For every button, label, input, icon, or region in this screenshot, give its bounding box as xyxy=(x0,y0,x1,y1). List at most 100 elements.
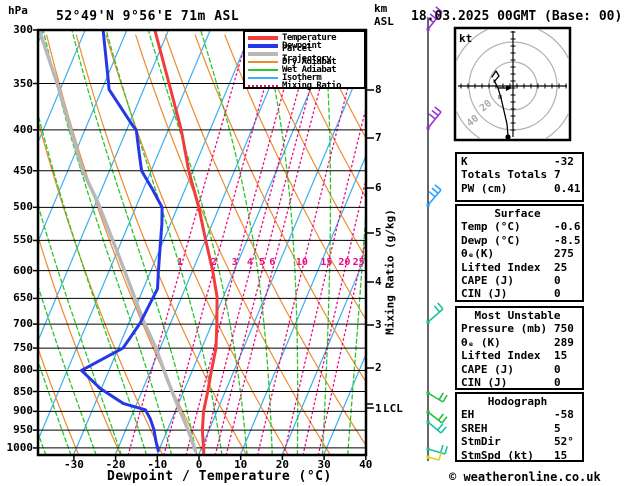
panel-row-value: -0.6 xyxy=(554,220,581,234)
panel-row-value: -8.5 xyxy=(554,233,581,247)
panel-row-value: 15 xyxy=(554,349,568,363)
page-title: 52°49'N 9°56'E 71m ASL xyxy=(56,9,240,24)
km-tick-label: 5 xyxy=(375,226,382,239)
panel-row-value: 5 xyxy=(554,421,561,435)
panel-row: PW (cm) 0.41 xyxy=(461,182,582,195)
pressure-tick-label: 550 xyxy=(13,233,33,247)
panel-row-label: StmDir xyxy=(461,435,501,449)
panel-row-label: Totals Totals xyxy=(461,168,548,182)
skewt-sounding-page: 20 40 kt 52°49'N 9°56'E 71m ASL 18.03.2025… xyxy=(0,0,629,486)
mixing-ratio-value-label: 2 xyxy=(210,257,217,268)
km-tick-label: 3 xyxy=(375,318,382,331)
lcl-label: LCL xyxy=(383,402,403,415)
panel-row: Totals Totals 7 xyxy=(461,168,582,181)
date-label: 18.03.2025 00GMT (Base: 00) xyxy=(411,9,623,24)
panel-row-label: CIN (J) xyxy=(461,287,508,301)
panel-row-value: -58 xyxy=(554,408,574,422)
most-unstable-panel-title: Most Unstable xyxy=(474,309,561,322)
pressure-tick-label: 750 xyxy=(13,341,33,355)
legend-line-swatch xyxy=(248,69,278,71)
wind-barb-column xyxy=(426,6,449,461)
mixing-ratio-value-label: 4 xyxy=(246,257,253,268)
legend-line-swatch xyxy=(248,44,278,48)
temp-tick-label: -20 xyxy=(105,458,126,471)
panel-row-label: CIN (J) xyxy=(461,376,508,390)
surface-panel: Surface Temp (°C) -0.6 Dewp (°C) -8.5 θₑ(K) 2… xyxy=(455,204,584,302)
pressure-tick-label: 850 xyxy=(13,384,33,398)
km-tick-label: 2 xyxy=(375,361,382,374)
pressure-tick-label: 300 xyxy=(13,23,33,36)
legend-line-swatch xyxy=(248,61,278,63)
panel-row-value: 0.41 xyxy=(554,181,581,195)
legend-box: Temperature Dewpoint Parcel Trajectory Dry … xyxy=(243,30,366,91)
pressure-tick-label: 650 xyxy=(13,291,33,305)
asl-label: ASL xyxy=(374,15,394,28)
mixing-ratio-value-label: 1 xyxy=(177,257,184,268)
panel-row-value: 0 xyxy=(554,376,561,390)
legend-line-swatch xyxy=(248,36,278,40)
panel-row-label: Lifted Index xyxy=(461,349,541,363)
temp-tick-label: 30 xyxy=(317,458,331,471)
wind-barb xyxy=(426,444,449,455)
panel-row-value: 0 xyxy=(554,274,561,288)
stability-indices-panel: K -32 Totals Totals 7 PW (cm) 0.41 xyxy=(455,152,584,202)
panel-row-value: 7 xyxy=(554,168,561,182)
legend-line-swatch xyxy=(248,85,278,87)
temp-tick-label: 20 xyxy=(275,458,290,471)
panel-row: Lifted Index 15 xyxy=(461,349,582,362)
panel-row-label: K xyxy=(461,155,468,168)
panel-row: CIN (J) 0 xyxy=(461,287,582,300)
wind-barb xyxy=(426,106,442,130)
surface-panel-title: Surface xyxy=(494,207,541,220)
mixing-ratio-value-label: 15 xyxy=(320,257,333,268)
panel-row-label: StmSpd (kt) xyxy=(461,448,534,462)
km-tick-label: 7 xyxy=(375,131,382,144)
panel-row-label: PW (cm) xyxy=(461,181,508,195)
panel-row-value: -32 xyxy=(554,155,574,168)
temp-tick-label: 40 xyxy=(359,458,373,471)
pressure-tick-label: 950 xyxy=(13,423,33,437)
km-tick-label: 6 xyxy=(375,181,382,194)
panel-row-value: 289 xyxy=(554,335,574,349)
legend-line-swatch xyxy=(248,52,278,56)
km-axis-label: km ASL xyxy=(374,2,394,28)
panel-row-value: 275 xyxy=(554,247,574,261)
panel-row: StmDir 52° xyxy=(461,435,582,448)
panel-row: θₑ(K) 275 xyxy=(461,247,582,260)
pressure-tick-label: 700 xyxy=(13,317,33,331)
panel-row-value: 15 xyxy=(554,448,568,462)
pressure-unit-label: hPa xyxy=(8,4,28,17)
km-tick-label: 8 xyxy=(375,83,382,96)
pressure-tick-label: 450 xyxy=(13,163,33,177)
panel-row: Dewp (°C) -8.5 xyxy=(461,234,582,247)
temp-tick-label: 10 xyxy=(234,458,248,471)
credit-link[interactable]: © weatheronline.co.uk xyxy=(449,470,601,484)
panel-row: StmSpd (kt) 15 xyxy=(461,449,582,462)
legend-item-label: Mixing Ratio xyxy=(282,81,342,91)
mixing-ratio-value-label: 20 xyxy=(338,257,351,268)
panel-row-label: θₑ(K) xyxy=(461,247,495,261)
hodograph-panel-title: Hodograph xyxy=(487,395,548,408)
mixing-ratio-value-label: 5 xyxy=(259,257,266,268)
mixing-ratio-value-label: 6 xyxy=(269,257,276,268)
panel-row-label: Pressure (mb) xyxy=(461,322,548,336)
wind-barb xyxy=(426,391,448,403)
panel-row: K -32 xyxy=(461,155,582,168)
temp-tick-label: -30 xyxy=(63,458,84,471)
pressure-tick-label: 400 xyxy=(13,122,33,136)
pressure-tick-label: 800 xyxy=(13,363,33,377)
panel-row: Pressure (mb) 750 xyxy=(461,322,582,335)
pressure-tick-label: 500 xyxy=(13,200,33,214)
temp-tick-label: -10 xyxy=(147,458,168,471)
hodograph-unit-label: kt xyxy=(459,32,472,45)
panel-row-value: 0 xyxy=(554,362,561,376)
panel-row-label: Lifted Index xyxy=(461,260,541,274)
hodograph-panel: Hodograph EH -58 SREH 5 StmDir 52° StmSpd (kt)… xyxy=(455,392,584,462)
panel-row-value: 0 xyxy=(554,287,561,301)
mixing-ratio-axis-label: Mixing Ratio (g/kg) xyxy=(383,209,397,335)
pressure-tick-label: 900 xyxy=(13,404,33,418)
panel-row: CAPE (J) 0 xyxy=(461,274,582,287)
panel-row-label: SREH xyxy=(461,421,488,435)
panel-row: EH -58 xyxy=(461,408,582,421)
panel-row-label: Temp (°C) xyxy=(461,220,521,234)
